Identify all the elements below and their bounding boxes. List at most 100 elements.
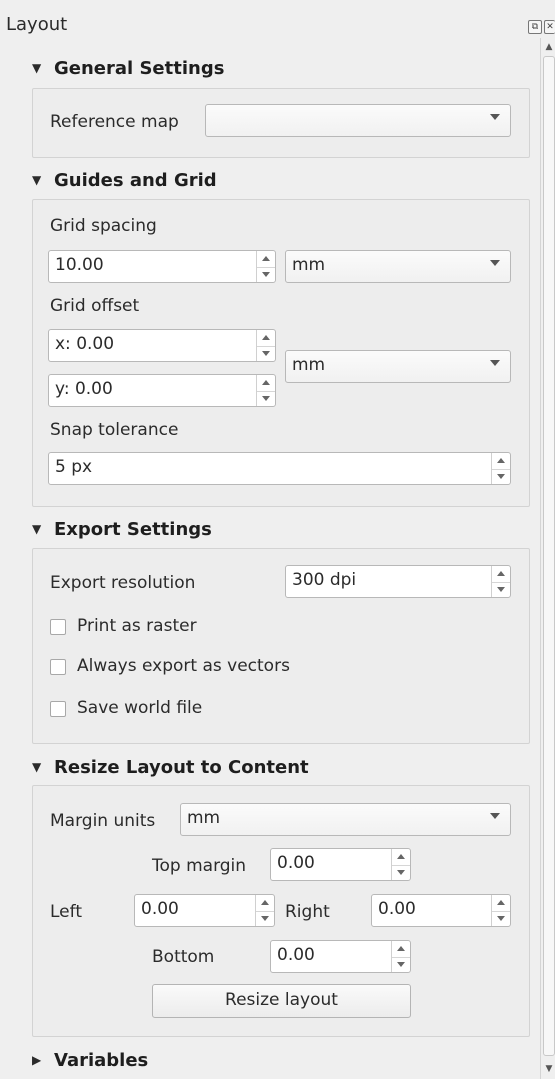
left-margin-label: Left (50, 902, 82, 922)
grid-offset-y-value: y: 0.00 (55, 379, 113, 399)
grid-offset-unit-value: mm (292, 355, 326, 375)
group-title: Resize Layout to Content (54, 757, 309, 778)
spin-down-icon[interactable] (497, 474, 505, 479)
grid-spacing-value: 10.00 (55, 255, 104, 275)
margin-units-combo[interactable]: mm (180, 803, 511, 836)
group-header-variables[interactable]: ▶ Variables (32, 1050, 148, 1071)
spin-buttons[interactable] (256, 330, 275, 361)
left-margin-spinbox[interactable]: 0.00 (134, 894, 275, 927)
close-panel-icon[interactable]: ✕ (544, 20, 555, 34)
scrollbar-thumb[interactable] (543, 56, 555, 1056)
scroll-up-arrow-icon[interactable]: ▲ (543, 40, 555, 54)
grid-offset-y-spinbox[interactable]: y: 0.00 (48, 374, 276, 407)
spin-down-icon[interactable] (262, 396, 270, 401)
grid-spacing-unit-value: mm (292, 255, 326, 275)
spin-buttons[interactable] (256, 251, 275, 282)
grid-spacing-unit-combo[interactable]: mm (285, 250, 511, 283)
right-margin-label: Right (285, 902, 330, 922)
spin-divider (392, 956, 410, 958)
expanded-triangle-icon: ▼ (32, 522, 42, 536)
spin-up-icon[interactable] (497, 571, 505, 576)
spin-divider (492, 910, 510, 912)
resize-layout-button[interactable]: Resize layout (152, 984, 411, 1018)
spin-buttons[interactable] (391, 941, 410, 972)
spin-divider (257, 390, 275, 392)
chevron-down-icon (490, 114, 500, 120)
reference-map-label: Reference map (50, 112, 179, 132)
spin-buttons[interactable] (491, 453, 510, 484)
spin-down-icon[interactable] (497, 587, 505, 592)
spin-buttons[interactable] (491, 566, 510, 597)
bottom-margin-label: Bottom (152, 947, 215, 967)
export-resolution-spinbox[interactable]: 300 dpi (285, 565, 511, 598)
chevron-down-icon (490, 360, 500, 366)
group-header-general-settings[interactable]: ▼ General Settings (32, 58, 224, 79)
expanded-triangle-icon: ▼ (32, 173, 42, 187)
spin-up-icon[interactable] (262, 256, 270, 261)
right-margin-spinbox[interactable]: 0.00 (371, 894, 511, 927)
grid-offset-unit-combo[interactable]: mm (285, 350, 511, 383)
resize-layout-button-label: Resize layout (225, 990, 338, 1010)
always-export-vectors-label[interactable]: Always export as vectors (77, 656, 290, 676)
margin-units-value: mm (187, 808, 221, 828)
scroll-down-arrow-icon[interactable]: ▼ (543, 1062, 555, 1076)
print-as-raster-label[interactable]: Print as raster (77, 616, 197, 636)
spin-divider (256, 910, 274, 912)
group-title: Variables (54, 1050, 149, 1071)
group-title: Export Settings (54, 519, 212, 540)
spin-down-icon[interactable] (397, 870, 405, 875)
bottom-margin-spinbox[interactable]: 0.00 (270, 940, 411, 973)
spin-down-icon[interactable] (497, 916, 505, 921)
panel-title: Layout (6, 14, 68, 35)
group-header-guides-grid[interactable]: ▼ Guides and Grid (32, 170, 217, 191)
grid-offset-x-value: x: 0.00 (55, 334, 115, 354)
spin-buttons[interactable] (491, 895, 510, 926)
spin-buttons[interactable] (255, 895, 274, 926)
spin-divider (257, 266, 275, 268)
left-margin-value: 0.00 (141, 899, 179, 919)
reference-map-combo[interactable] (205, 104, 511, 137)
group-header-export-settings[interactable]: ▼ Export Settings (32, 519, 212, 540)
group-header-resize-layout[interactable]: ▼ Resize Layout to Content (32, 757, 309, 778)
spin-divider (257, 345, 275, 347)
spin-down-icon[interactable] (397, 962, 405, 967)
spin-down-icon[interactable] (261, 916, 269, 921)
grid-offset-x-spinbox[interactable]: x: 0.00 (48, 329, 276, 362)
snap-tolerance-spinbox[interactable]: 5 px (48, 452, 511, 485)
spin-up-icon[interactable] (262, 380, 270, 385)
spin-up-icon[interactable] (262, 335, 270, 340)
save-world-file-checkbox[interactable] (50, 701, 66, 717)
print-as-raster-checkbox[interactable] (50, 619, 66, 635)
spin-buttons[interactable] (256, 375, 275, 406)
group-title: Guides and Grid (54, 170, 217, 191)
spin-up-icon[interactable] (497, 900, 505, 905)
expanded-triangle-icon: ▼ (32, 760, 42, 774)
snap-tolerance-label: Snap tolerance (50, 420, 179, 440)
spin-up-icon[interactable] (497, 458, 505, 463)
right-margin-value: 0.00 (378, 899, 416, 919)
export-resolution-value: 300 dpi (292, 570, 357, 590)
spin-divider (392, 864, 410, 866)
grid-spacing-spinbox[interactable]: 10.00 (48, 250, 276, 283)
always-export-vectors-checkbox[interactable] (50, 659, 66, 675)
spin-divider (492, 468, 510, 470)
top-margin-spinbox[interactable]: 0.00 (270, 848, 411, 881)
bottom-margin-value: 0.00 (277, 945, 315, 965)
group-title: General Settings (54, 58, 225, 79)
save-world-file-label[interactable]: Save world file (77, 698, 202, 718)
spin-up-icon[interactable] (397, 854, 405, 859)
collapsed-triangle-icon: ▶ (32, 1053, 42, 1067)
spin-divider (492, 581, 510, 583)
snap-tolerance-value: 5 px (55, 457, 93, 477)
spin-up-icon[interactable] (261, 900, 269, 905)
spin-down-icon[interactable] (262, 272, 270, 277)
chevron-down-icon (490, 260, 500, 266)
grid-offset-label: Grid offset (50, 296, 140, 316)
top-margin-label: Top margin (152, 856, 247, 876)
spin-buttons[interactable] (391, 849, 410, 880)
chevron-down-icon (490, 813, 500, 819)
float-panel-icon[interactable]: ⧉ (528, 20, 542, 34)
export-resolution-label: Export resolution (50, 573, 196, 593)
spin-down-icon[interactable] (262, 351, 270, 356)
spin-up-icon[interactable] (397, 946, 405, 951)
